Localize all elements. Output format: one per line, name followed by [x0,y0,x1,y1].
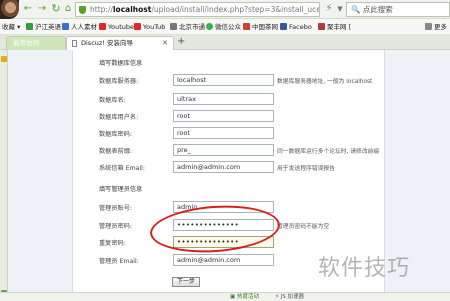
refresh-icon[interactable]: ↻ [50,3,62,15]
table-prefix-hint: 同一数据库运行多个论坛时, 请修改前缀 [277,149,380,155]
bookmark-label: Youtube [108,23,134,31]
url-host: localhost [112,5,152,14]
admin-section-title: 填写管理员信息 [99,186,143,193]
db-section-title: 填写数据库信息 [99,60,143,67]
bookmark-item[interactable]: 沪江英语 [26,22,61,32]
site-favicon-icon [62,23,69,30]
tab-label: 最常访问 [13,39,39,47]
facebook-icon [280,23,287,30]
user-avatar[interactable] [0,0,19,19]
site-favicon-icon [26,23,33,30]
bookmark-item[interactable]: 人人素材 [62,22,97,32]
bookmark-item[interactable]: 微信公众 [206,22,241,32]
tab-label: Discuz! 安装向导 [81,39,133,47]
search-icon: 🔍 [351,5,361,14]
db-user-input[interactable]: root [173,110,274,122]
db-password-label: 数据库密码: [99,131,133,138]
close-tab-icon[interactable]: ✕ [162,37,168,50]
admin-email-input[interactable]: admin@admin.com [173,254,274,266]
bookmark-label: Facebo [289,23,312,31]
url-path: /upload/install/index.php?step=3&install… [151,5,319,14]
admin-password-label: 管理员密码: [99,223,133,230]
bookmark-item[interactable]: Facebo [280,22,312,32]
status-item[interactable]: ⚡ JS 加速器 [275,293,304,301]
bookmark-item[interactable]: YouTub [134,22,165,32]
db-host-hint: 数据库服务器地址, 一般为 localhost [277,79,373,85]
left-sidebar-rail [0,50,8,301]
system-email-label: 系统信箱 Email: [99,165,145,172]
url-prefix: http:// [90,5,113,14]
system-email-hint: 用于发送程序错误报告 [277,166,335,172]
bookmarks-bar: 收藏 ▾ 沪江英语 人人素材 Youtube YouTub 北京市通 微信公众 … [0,19,450,35]
tab-bar: 最常访问 Discuz! 安装向导 ✕ + [0,35,450,50]
admin-account-label: 管理员账号: [99,205,133,212]
admin-password-hint: 管理员密码不能为空 [277,224,330,230]
tab-most-visited[interactable]: 最常访问 [6,36,66,50]
bookmark-item[interactable]: 更多 [425,22,447,32]
search-placeholder: 点此搜索 [362,5,393,14]
wechat-icon [206,23,213,30]
youtube-icon [99,23,106,30]
site-favicon-icon [170,23,177,30]
next-step-button[interactable]: 下一步 [172,277,200,287]
system-email-input[interactable]: admin@admin.com [173,161,274,173]
bookmark-item[interactable]: 聚丰网 [ [318,22,351,32]
bookmark-label: 沪江英语 [35,23,61,31]
document-icon [72,40,77,47]
db-name-input[interactable]: ultrax [173,93,274,105]
forward-arrow-icon[interactable]: → [36,3,48,15]
navigation-bar: ← → ↻ ⌂ http://localhost/upload/install/… [0,0,450,19]
bookmark-item[interactable]: 中国茶网 [243,22,278,32]
bookmark-label: 更多 [434,23,447,31]
watermark-text: 软件技巧 [318,256,411,281]
star-icon[interactable] [1,56,7,62]
repeat-password-label: 重复密码: [99,240,126,247]
status-item[interactable]: ▣ 热度活动 [230,293,259,301]
bookmark-item[interactable]: 北京市通 [170,22,205,32]
db-host-input[interactable]: localhost [173,74,274,86]
db-host-label: 数据库服务器: [99,78,139,85]
more-icon [425,23,432,30]
table-prefix-input[interactable]: pre_ [173,144,274,156]
bookmark-label: 微信公众 [215,23,241,31]
site-favicon-icon [243,23,250,30]
tab-discuz-installer[interactable]: Discuz! 安装向导 ✕ [66,36,174,50]
status-hot-icon: ▣ [230,294,236,300]
accelerator-icon: ⚡ [275,294,279,300]
db-password-input[interactable]: root [173,127,274,139]
dropdown-icon[interactable]: ▼ [334,3,346,15]
status-bar: ▣ 热度活动 ⚡ JS 加速器 [0,292,450,301]
search-input[interactable]: 🔍 点此搜索 [346,2,450,17]
table-prefix-label: 数据表前缀: [99,148,133,155]
status-label: 热度活动 [236,294,259,300]
bookmark-label: 人人素材 [71,23,97,31]
bookmark-label: 北京市通 [179,23,205,31]
bookmark-label: 聚丰网 [ [327,23,352,31]
home-icon[interactable]: ⌂ [62,3,74,15]
new-tab-button[interactable]: + [177,36,185,48]
db-user-label: 数据库用户名: [99,114,139,121]
favorites-label: 收藏 [2,23,15,31]
db-name-label: 数据库名: [99,97,126,104]
bookmark-label: YouTub [143,23,166,31]
status-label: JS 加速器 [280,294,304,300]
admin-email-label: 管理员 Email: [99,258,139,265]
bookmark-item[interactable]: 收藏 ▾ [2,22,20,32]
bookmark-label: 中国茶网 [252,23,278,31]
bookmark-item[interactable]: Youtube [99,22,134,32]
site-favicon-icon [318,23,325,30]
back-arrow-icon[interactable]: ← [22,3,34,15]
secure-shield-icon [79,6,86,14]
youtube-icon [134,23,141,30]
address-bar[interactable]: http://localhost/upload/install/index.ph… [75,2,320,17]
